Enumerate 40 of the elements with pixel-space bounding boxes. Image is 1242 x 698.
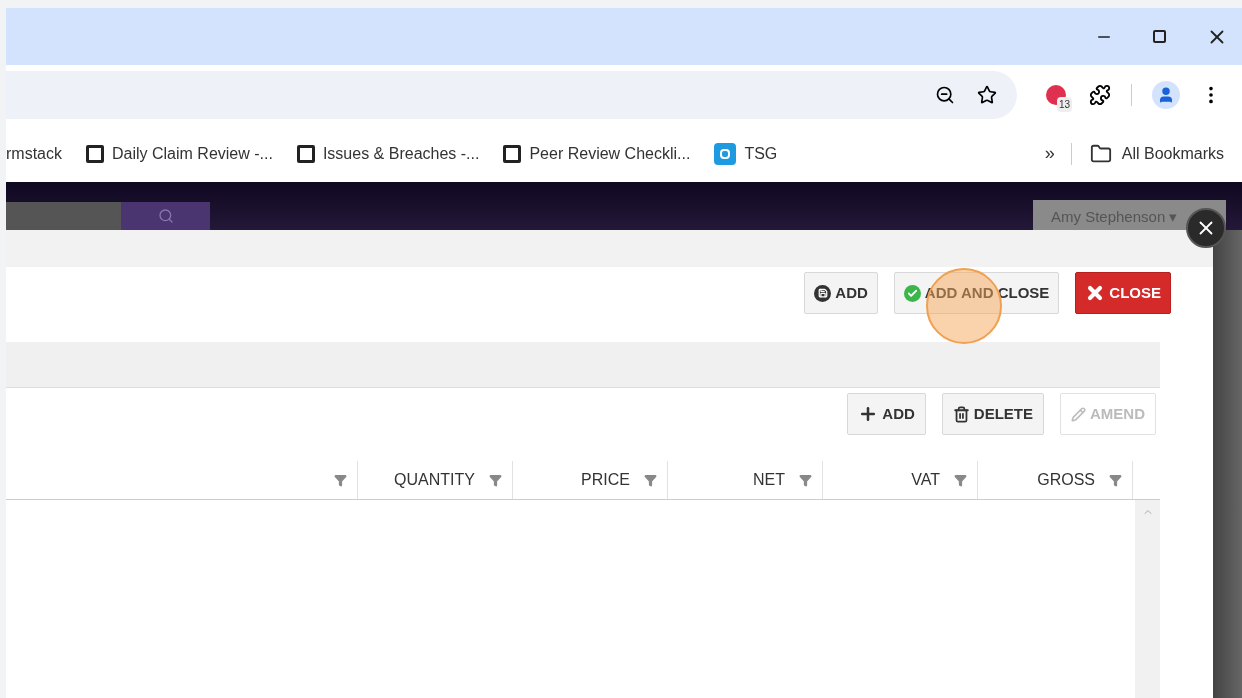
column-header[interactable]: GROSS [978,461,1133,499]
filter-icon[interactable] [644,473,657,487]
column-header[interactable]: PRICE [513,461,668,499]
bookmark-folder[interactable]: All Bookmarks [1121,141,1224,166]
filter-icon[interactable] [334,473,347,487]
filter-icon[interactable] [489,473,502,487]
zoom-out-icon[interactable] [935,85,955,105]
extensions-icon[interactable] [1089,84,1111,106]
column-header[interactable]: QUANTITY [358,461,513,499]
search-field[interactable] [6,202,121,230]
page-icon [296,144,315,163]
page-icon [86,144,104,163]
trash-icon [952,405,970,423]
dialog-button[interactable]: CLOSE [1075,272,1171,314]
check-icon [903,284,921,302]
filter-icon[interactable] [954,473,967,487]
bookmark-link[interactable]: Peer Review Checkli... [529,141,691,166]
bookmark-link[interactable]: TSG [744,141,778,166]
app-icon [714,142,737,165]
profile-avatar[interactable] [1152,81,1180,109]
filter-icon[interactable] [1109,473,1122,487]
restore-icon[interactable] [1153,30,1166,43]
column-header[interactable]: VAT [823,461,978,499]
bookmark-link[interactable]: Daily Claim Review -... [112,141,273,166]
column-header[interactable]: NET [668,461,823,499]
folder-icon [1089,142,1112,165]
save-icon [814,284,832,302]
search-icon [157,208,174,224]
extension-badge: 13 [1056,97,1072,112]
pencil-icon [1071,406,1086,422]
bookmark-link[interactable]: rmstack [6,141,62,166]
filter-icon[interactable] [799,473,812,487]
toolbar-button[interactable]: DELETE [941,393,1044,435]
more-bookmarks-button[interactable]: » [1044,140,1055,167]
page-icon [503,144,522,163]
toolbar-button[interactable]: ADD [847,393,926,435]
star-icon[interactable] [977,85,997,105]
scrollbar[interactable] [1135,500,1160,698]
dialog-button[interactable]: ADD [804,272,878,314]
bookmark-link[interactable]: Issues & Breaches -... [322,141,480,166]
